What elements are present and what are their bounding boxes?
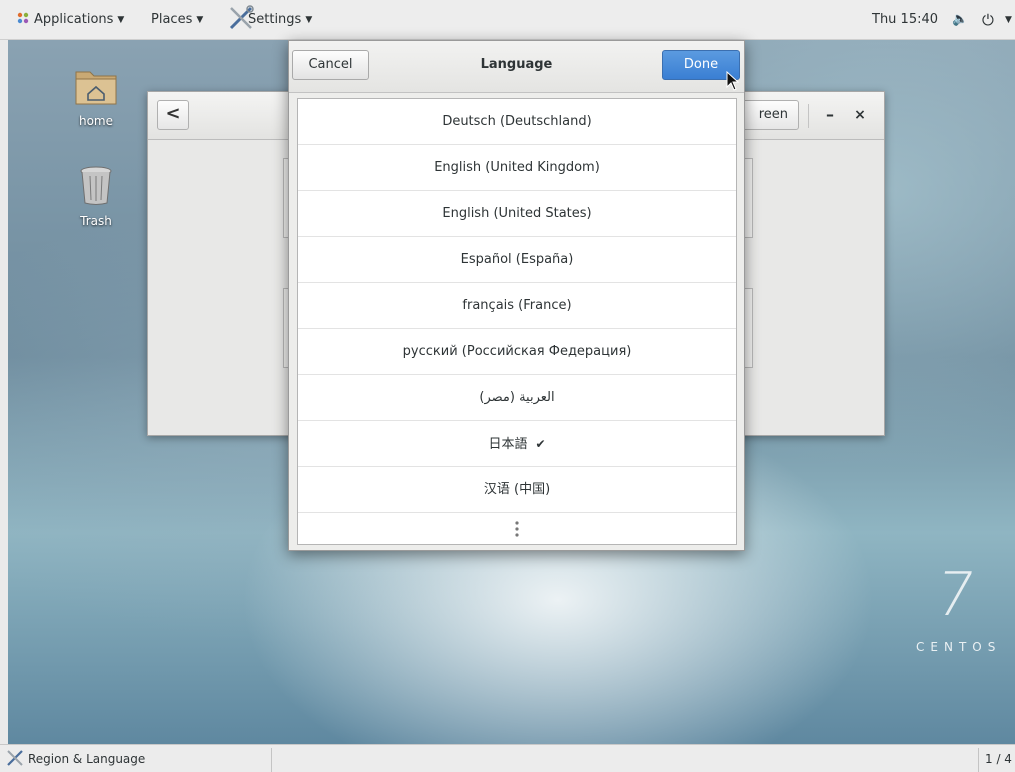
back-button[interactable]: < — [157, 100, 189, 130]
clock[interactable]: Thu 15:40 — [872, 0, 938, 40]
language-label: русский (Российская Федерация) — [402, 344, 632, 359]
language-item[interactable]: English (United States) — [298, 191, 736, 237]
window-list-item[interactable]: Region & Language — [6, 748, 272, 772]
language-label: English (United Kingdom) — [434, 160, 600, 175]
trash-label: Trash — [80, 214, 112, 228]
dialog-header: Cancel Language Done — [289, 41, 744, 93]
mouse-cursor-icon — [726, 71, 740, 91]
applications-label: Applications — [34, 12, 114, 27]
workspace-indicator[interactable]: 1 / 4 — [978, 748, 1015, 772]
language-label: English (United States) — [442, 206, 592, 221]
settings-app-menu[interactable]: Settings ▼ — [228, 0, 312, 40]
language-item[interactable]: English (United Kingdom) — [298, 145, 736, 191]
language-label: 日本語 — [488, 437, 528, 452]
language-list: Deutsch (Deutschland) English (United Ki… — [297, 98, 737, 545]
power-icon[interactable]: ⏻ — [982, 0, 994, 40]
chevron-down-icon: ▼ — [117, 15, 125, 25]
tools-icon — [7, 750, 23, 766]
more-languages-button[interactable] — [298, 513, 736, 545]
task-label: Region & Language — [28, 752, 146, 766]
language-label: العربية (مصر) — [479, 390, 555, 405]
applications-menu[interactable]: Applications ▼ — [16, 0, 124, 40]
checkmark-icon: ✔ — [535, 437, 546, 451]
home-folder-icon[interactable]: home — [56, 66, 136, 128]
places-label: Places — [151, 12, 193, 27]
centos-version-logo: 7 — [929, 560, 981, 630]
chevron-down-icon: ▼ — [196, 15, 204, 25]
language-item[interactable]: Español (España) — [298, 237, 736, 283]
language-label: 汉语 (中国) — [483, 482, 551, 497]
close-button[interactable]: × — [848, 102, 872, 128]
chevron-down-icon: ▼ — [305, 15, 313, 25]
home-label: home — [78, 114, 114, 128]
centos-wordmark: CENTOS — [916, 640, 1002, 654]
language-label: français (France) — [462, 298, 572, 313]
language-item[interactable]: 汉语 (中国) — [298, 467, 736, 513]
settings-label: Settings — [248, 12, 302, 27]
apps-icon — [17, 12, 29, 24]
language-item[interactable]: français (France) — [298, 283, 736, 329]
trash-icon[interactable]: Trash — [56, 164, 136, 228]
language-item-selected[interactable]: 日本語 ✔ — [298, 421, 736, 467]
language-label: Español (España) — [460, 252, 574, 267]
volume-icon[interactable]: 🔈 — [952, 0, 968, 40]
dialog-title: Language — [480, 57, 553, 72]
trash-can-icon — [80, 166, 112, 205]
bottom-taskbar: Region & Language 1 / 4 — [0, 744, 1015, 772]
language-item[interactable]: Deutsch (Deutschland) — [298, 99, 736, 145]
minimize-button[interactable]: – — [818, 102, 842, 128]
places-menu[interactable]: Places ▼ — [151, 0, 203, 40]
folder-home-icon — [75, 71, 117, 105]
chevron-down-icon[interactable]: ▼ — [1005, 0, 1012, 40]
cancel-button[interactable]: Cancel — [292, 50, 369, 80]
more-vertical-icon — [515, 520, 519, 537]
language-dialog: Cancel Language Done Deutsch (Deutschlan… — [288, 40, 745, 551]
language-item[interactable]: русский (Российская Федерация) — [298, 329, 736, 375]
top-bar: Applications ▼ Places ▼ Settings ▼ Thu 15:4… — [0, 0, 1015, 40]
language-label: Deutsch (Deutschland) — [442, 114, 592, 129]
header-separator — [808, 104, 809, 128]
language-item[interactable]: العربية (مصر) — [298, 375, 736, 421]
